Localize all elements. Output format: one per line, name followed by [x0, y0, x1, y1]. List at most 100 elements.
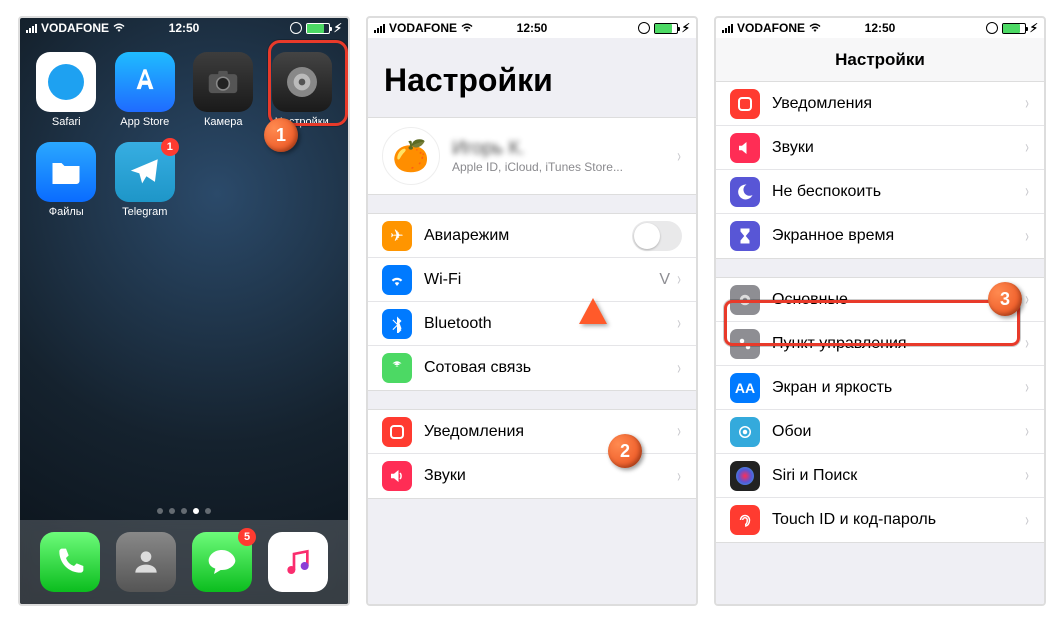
carrier-label: VODAFONE	[41, 21, 109, 35]
highlight-settings-app	[268, 40, 348, 126]
telegram-icon	[128, 155, 162, 189]
phone-settings-root: VODAFONE 12:50 ⚡︎ Настройки 🍊 Игорь К. A…	[366, 16, 698, 606]
app-camera[interactable]: Камера	[189, 52, 258, 128]
app-label: App Store	[120, 116, 169, 128]
cell-sounds[interactable]: Звуки ›	[368, 454, 696, 498]
app-label: Камера	[204, 116, 242, 128]
cell-notifications[interactable]: Уведомления ›	[716, 82, 1044, 126]
wifi-icon	[382, 265, 412, 295]
contacts-icon	[130, 546, 162, 578]
battery-icon	[654, 23, 678, 34]
phone-settings-scrolled: VODAFONE 12:50 ⚡︎ Настройки Уведомления …	[714, 16, 1046, 606]
clock-label: 12:50	[517, 21, 548, 35]
chevron-right-icon: ›	[1025, 421, 1029, 442]
carrier-label: VODAFONE	[389, 21, 457, 35]
music-icon	[282, 546, 314, 578]
step-marker-3: 3	[988, 282, 1022, 316]
carrier-label: VODAFONE	[737, 21, 805, 35]
notifications-icon	[730, 89, 760, 119]
chevron-right-icon: ›	[1025, 510, 1029, 531]
wifi-icon	[809, 22, 821, 34]
signal-icon	[26, 24, 37, 33]
chevron-right-icon: ›	[1025, 137, 1029, 158]
folder-icon	[48, 154, 84, 190]
app-label: Файлы	[49, 206, 84, 218]
page-indicator	[20, 508, 348, 514]
chevron-right-icon: ›	[677, 269, 681, 290]
apple-id-name: Игорь К.	[452, 138, 676, 160]
app-label: Safari	[52, 116, 81, 128]
sounds-icon	[730, 133, 760, 163]
cell-apple-id[interactable]: 🍊 Игорь К. Apple ID, iCloud, iTunes Stor…	[368, 118, 696, 194]
cell-wifi[interactable]: Wi-Fi V ›	[368, 258, 696, 302]
cell-label: Авиарежим	[424, 227, 632, 245]
cell-dnd[interactable]: Не беспокоить ›	[716, 170, 1044, 214]
notifications-icon	[382, 417, 412, 447]
step-marker-2: 2	[608, 434, 642, 468]
app-appstore[interactable]: App Store	[111, 52, 180, 128]
siri-icon	[730, 461, 760, 491]
app-contacts[interactable]	[116, 532, 176, 592]
cell-label: Звуки	[772, 139, 1024, 157]
cell-bluetooth[interactable]: Bluetooth ›	[368, 302, 696, 346]
cell-label: Экранное время	[772, 227, 1024, 245]
scroll-up-arrow	[573, 298, 613, 513]
highlight-general-cell	[724, 300, 1020, 346]
badge: 1	[161, 138, 179, 156]
dock: 5	[20, 520, 348, 604]
cell-label: Bluetooth	[424, 315, 676, 333]
app-phone[interactable]	[40, 532, 100, 592]
battery-icon	[306, 23, 330, 34]
cell-touchid[interactable]: Touch ID и код-пароль ›	[716, 498, 1044, 542]
cell-notifications[interactable]: Уведомления ›	[368, 410, 696, 454]
app-telegram[interactable]: 1 Telegram	[111, 142, 180, 218]
chevron-right-icon: ›	[1025, 289, 1029, 310]
chevron-right-icon: ›	[1025, 93, 1029, 114]
cell-cellular[interactable]: Сотовая связь ›	[368, 346, 696, 390]
cell-display[interactable]: AA Экран и яркость ›	[716, 366, 1044, 410]
rotation-lock-icon	[986, 22, 998, 34]
chevron-right-icon: ›	[677, 146, 681, 167]
chevron-right-icon: ›	[677, 313, 681, 334]
avatar: 🍊	[382, 127, 440, 185]
wifi-icon	[113, 22, 125, 34]
status-bar: VODAFONE 12:50 ⚡︎	[368, 18, 696, 38]
charging-icon: ⚡︎	[682, 21, 690, 35]
wallpaper-icon	[730, 417, 760, 447]
cell-label: Не беспокоить	[772, 183, 1024, 201]
status-bar: VODAFONE 12:50 ⚡︎	[716, 18, 1044, 38]
cell-siri[interactable]: Siri и Поиск ›	[716, 454, 1044, 498]
app-files[interactable]: Файлы	[32, 142, 101, 218]
app-label: Telegram	[122, 206, 167, 218]
page-title: Настройки	[368, 38, 696, 107]
chevron-right-icon: ›	[677, 421, 681, 442]
charging-icon: ⚡︎	[334, 21, 342, 35]
cell-screentime[interactable]: Экранное время ›	[716, 214, 1044, 258]
cell-label: Звуки	[424, 467, 676, 485]
cell-label: Wi-Fi	[424, 271, 659, 289]
fingerprint-icon	[730, 505, 760, 535]
camera-icon	[204, 63, 242, 101]
charging-icon: ⚡︎	[1030, 21, 1038, 35]
cell-wallpaper[interactable]: Обои ›	[716, 410, 1044, 454]
app-music[interactable]	[268, 532, 328, 592]
cell-value: V	[659, 271, 670, 289]
sounds-icon	[382, 461, 412, 491]
chevron-right-icon: ›	[1025, 465, 1029, 486]
toggle-airplane[interactable]	[632, 221, 682, 251]
chevron-right-icon: ›	[1025, 181, 1029, 202]
clock-label: 12:50	[169, 21, 200, 35]
chevron-right-icon: ›	[1025, 333, 1029, 354]
cell-label: Сотовая связь	[424, 359, 676, 377]
cell-sounds[interactable]: Звуки ›	[716, 126, 1044, 170]
step-marker-1: 1	[264, 118, 298, 152]
airplane-icon: ✈	[382, 221, 412, 251]
cell-airplane[interactable]: ✈ Авиарежим	[368, 214, 696, 258]
chevron-right-icon: ›	[1025, 226, 1029, 247]
apple-id-sub: Apple ID, iCloud, iTunes Store...	[452, 160, 676, 174]
hourglass-icon	[730, 221, 760, 251]
bluetooth-icon	[382, 309, 412, 339]
app-safari[interactable]: Safari	[32, 52, 101, 128]
rotation-lock-icon	[638, 22, 650, 34]
app-messages[interactable]: 5	[192, 532, 252, 592]
